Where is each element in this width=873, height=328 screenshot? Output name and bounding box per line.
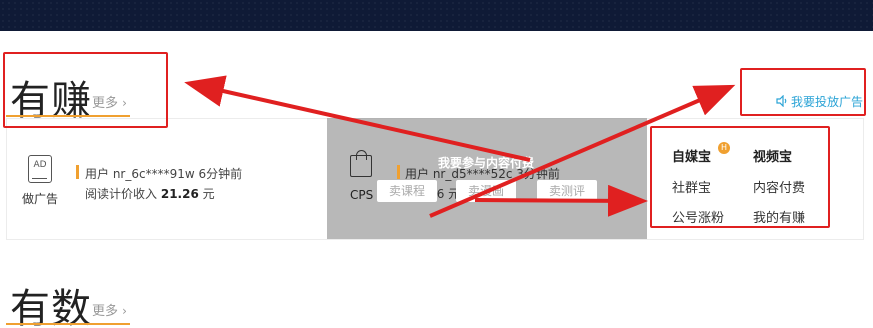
annotation-arrows — [184, 75, 736, 218]
arrow-to-promo — [429, 84, 736, 218]
arrow-to-grid — [474, 184, 648, 217]
arrow-to-title — [184, 75, 531, 162]
